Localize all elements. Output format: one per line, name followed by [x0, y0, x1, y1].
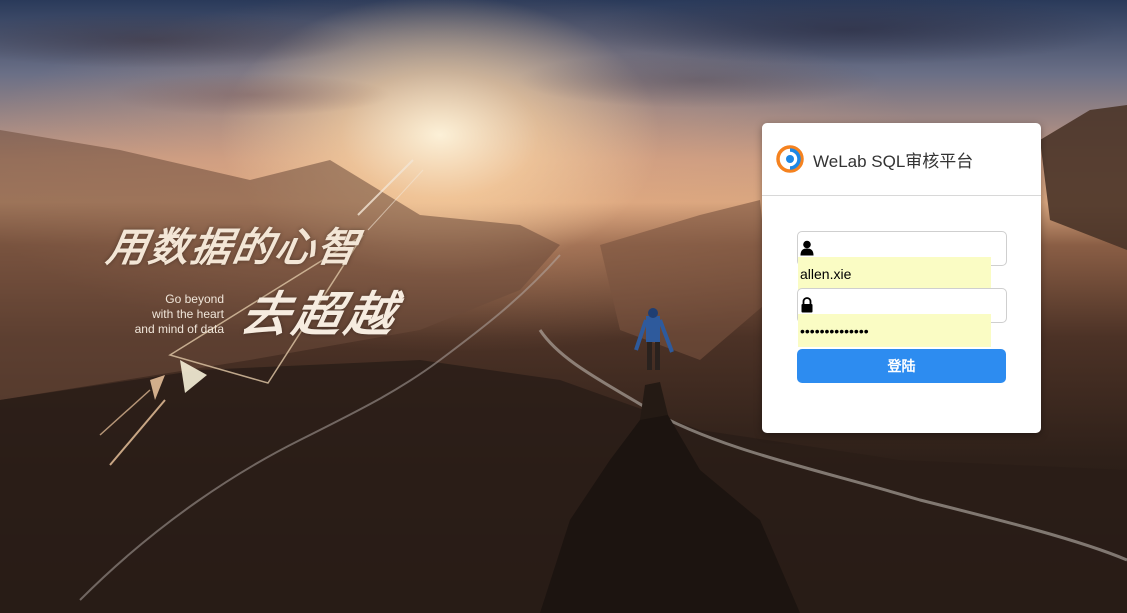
light-shards-decoration	[99, 360, 207, 466]
english-slogan-line: and mind of data	[134, 322, 224, 336]
chinese-slogan-line1: 用数据的心智	[103, 224, 364, 271]
lock-icon	[801, 297, 813, 313]
login-title: WeLab SQL审核平台	[813, 151, 974, 171]
password-input[interactable]: ••••••••••••••	[798, 314, 991, 347]
user-icon	[800, 240, 814, 256]
username-input[interactable]: allen.xie	[798, 257, 991, 290]
login-button[interactable]: 登陆	[797, 349, 1006, 383]
chinese-slogan-line2: 去超越	[235, 287, 404, 343]
brand-tagline: 用数据的心智 去超越 Go beyond with the heart and …	[103, 159, 438, 384]
login-card: WeLab SQL审核平台 allen.xie •••••••••••••• 登…	[762, 123, 1041, 433]
english-slogan: Go beyond with the heart and mind of dat…	[120, 292, 224, 337]
english-slogan-line: with the heart	[151, 307, 224, 321]
english-slogan-line: Go beyond	[165, 292, 224, 306]
login-header: WeLab SQL审核平台	[762, 123, 1041, 196]
welab-logo-icon	[776, 145, 804, 173]
